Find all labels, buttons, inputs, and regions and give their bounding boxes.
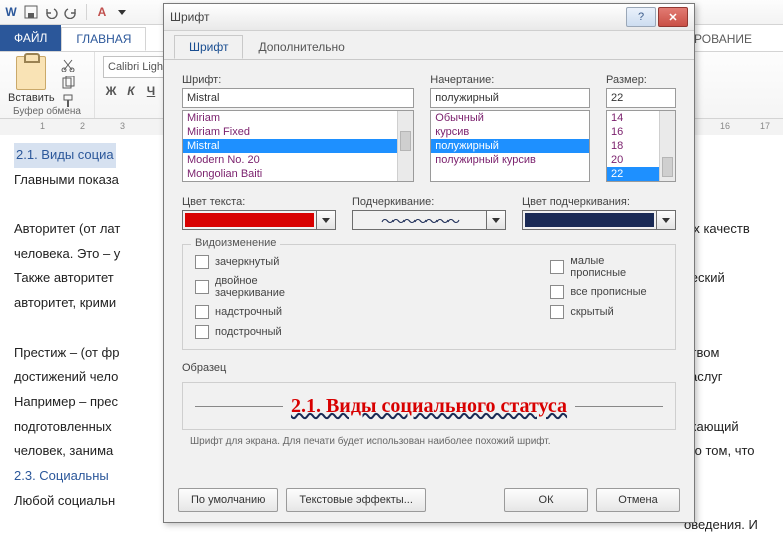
chevron-down-icon[interactable]	[317, 210, 336, 230]
doc-heading: 2.1. Виды социа	[14, 143, 116, 168]
font-input[interactable]	[182, 88, 414, 108]
file-tab[interactable]: ФАЙЛ	[0, 25, 61, 51]
effects-group: Видоизменение зачеркнутый двойное зачерк…	[182, 244, 676, 350]
qat-dropdown-icon[interactable]	[115, 5, 129, 19]
strike-checkbox[interactable]: зачеркнутый	[195, 255, 330, 269]
bold-button[interactable]: Ж	[103, 84, 119, 98]
cut-icon[interactable]	[61, 58, 75, 72]
dialog-title: Шрифт	[170, 10, 626, 24]
list-item[interactable]: Обычный	[431, 111, 589, 125]
font-label: Шрифт:	[182, 74, 414, 86]
text-color-combo[interactable]	[182, 210, 336, 230]
sample-label: Образец	[182, 362, 676, 374]
font-color-icon[interactable]: A	[95, 5, 109, 19]
list-item[interactable]: Mongolian Baiti	[183, 167, 413, 181]
text-effects-button[interactable]: Текстовые эффекты...	[286, 488, 426, 512]
subscript-checkbox[interactable]: подстрочный	[195, 325, 330, 339]
font-dialog: Шрифт ? ✕ Шрифт Дополнительно Шрифт: Mir…	[163, 3, 695, 523]
clipboard-group: Вставить Буфер обмена	[0, 52, 95, 118]
style-list[interactable]: Обычный курсив полужирный полужирный кур…	[430, 110, 590, 182]
dialog-titlebar[interactable]: Шрифт ? ✕	[164, 4, 694, 31]
word-icon: W	[4, 5, 18, 19]
paste-button[interactable]: Вставить	[8, 56, 55, 108]
size-list[interactable]: 14 16 18 20 22	[606, 110, 676, 182]
copy-icon[interactable]	[61, 76, 75, 90]
dialog-tabs: Шрифт Дополнительно	[164, 31, 694, 60]
underline-style-label: Подчеркивание:	[352, 196, 506, 208]
style-input[interactable]	[430, 88, 590, 108]
sample-note: Шрифт для экрана. Для печати будет испол…	[182, 436, 676, 447]
sample-preview: 2.1. Виды социального статуса	[182, 382, 676, 430]
list-item[interactable]: полужирный	[431, 139, 589, 153]
font-list[interactable]: Miriam Miriam Fixed Mistral Modern No. 2…	[182, 110, 414, 182]
tab-font[interactable]: Шрифт	[174, 35, 243, 59]
list-item[interactable]: полужирный курсив	[431, 153, 589, 167]
home-tab[interactable]: ГЛАВНАЯ	[61, 27, 146, 51]
ok-button[interactable]: ОК	[504, 488, 588, 512]
redo-icon[interactable]	[64, 5, 78, 19]
list-item[interactable]: Miriam	[183, 111, 413, 125]
size-input[interactable]	[606, 88, 676, 108]
help-button[interactable]: ?	[626, 7, 656, 27]
size-label: Размер:	[606, 74, 676, 86]
close-button[interactable]: ✕	[658, 7, 688, 27]
tab-advanced[interactable]: Дополнительно	[243, 35, 359, 59]
text-color-label: Цвет текста:	[182, 196, 336, 208]
smallcaps-checkbox[interactable]: малые прописные	[550, 255, 663, 279]
save-icon[interactable]	[24, 5, 38, 19]
hidden-checkbox[interactable]: скрытый	[550, 305, 663, 319]
list-item[interactable]: Miriam Fixed	[183, 125, 413, 139]
underline-color-combo[interactable]	[522, 210, 676, 230]
list-item[interactable]: курсив	[431, 125, 589, 139]
superscript-checkbox[interactable]: надстрочный	[195, 305, 330, 319]
underline-button[interactable]: Ч	[143, 84, 159, 98]
list-item[interactable]: Mistral	[183, 139, 413, 153]
list-item[interactable]: Modern No. 20	[183, 153, 413, 167]
underline-style-combo[interactable]: ～～～～～～～	[352, 210, 506, 230]
cancel-button[interactable]: Отмена	[596, 488, 680, 512]
italic-button[interactable]: К	[123, 84, 139, 98]
style-label: Начертание:	[430, 74, 590, 86]
allcaps-checkbox[interactable]: все прописные	[550, 285, 663, 299]
scrollbar[interactable]	[659, 111, 675, 181]
chevron-down-icon[interactable]	[487, 210, 506, 230]
scrollbar[interactable]	[397, 111, 413, 181]
default-button[interactable]: По умолчанию	[178, 488, 278, 512]
underline-color-label: Цвет подчеркивания:	[522, 196, 676, 208]
undo-icon[interactable]	[44, 5, 58, 19]
chevron-down-icon[interactable]	[657, 210, 676, 230]
double-strike-checkbox[interactable]: двойное зачеркивание	[195, 275, 330, 299]
